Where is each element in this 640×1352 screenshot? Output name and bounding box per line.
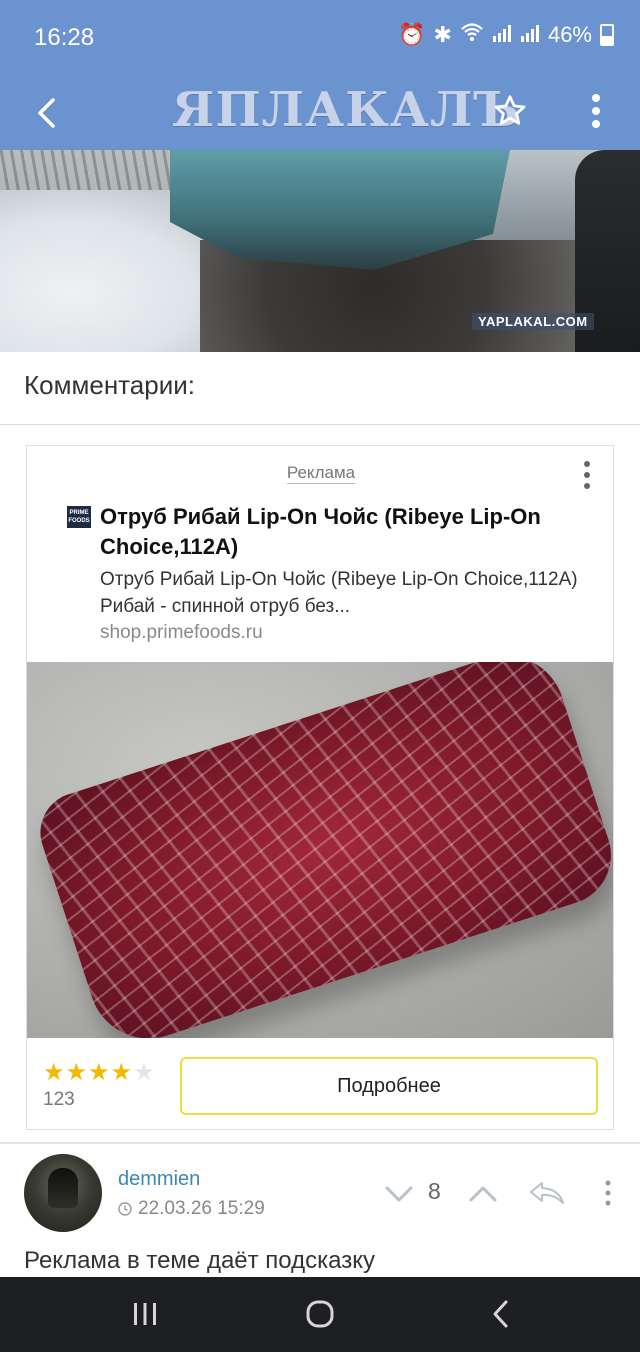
system-back-button[interactable] xyxy=(484,1297,518,1331)
timestamp-text: 22.03.26 15:29 xyxy=(138,1198,265,1219)
home-button[interactable] xyxy=(303,1297,337,1331)
recent-apps-button[interactable] xyxy=(128,1297,162,1331)
chevron-left-icon xyxy=(38,98,55,128)
rating-stars: ★★★★★ xyxy=(43,1058,156,1087)
vote-down-button[interactable] xyxy=(382,1178,416,1210)
ad-menu-button[interactable] xyxy=(575,458,599,492)
status-bar: 16:28 ⏰ ✱ 46% xyxy=(0,0,640,76)
comment-timestamp: 22.03.26 15:29 xyxy=(118,1198,265,1220)
ad-label-text: Реклама xyxy=(286,463,356,484)
comment-text: Реклама в теме даёт подсказку xyxy=(24,1247,375,1274)
wifi-icon xyxy=(460,22,484,48)
navigation-bar xyxy=(0,1277,640,1352)
clock-icon xyxy=(118,1202,132,1216)
status-time: 16:28 xyxy=(34,24,95,51)
star-filled-icon: ★ xyxy=(43,1059,66,1086)
vote-up-button[interactable] xyxy=(466,1178,500,1210)
home-icon xyxy=(306,1300,334,1328)
ad-title[interactable]: Отруб Рибай Lip-On Чойс (Ribeye Lip-On C… xyxy=(100,502,600,562)
ad-rating: ★★★★★ 123 xyxy=(43,1058,156,1111)
status-icons: ⏰ ✱ 46% xyxy=(398,22,614,48)
more-vertical-icon xyxy=(584,461,590,489)
alarm-icon: ⏰ xyxy=(398,22,426,47)
app-bar: ЯПЛАКАЛЪ xyxy=(0,76,640,150)
battery-percent: 46% xyxy=(547,22,592,47)
battery-icon xyxy=(600,24,614,46)
star-filled-icon: ★ xyxy=(110,1059,134,1086)
rating-count: 123 xyxy=(43,1089,75,1110)
ad-card[interactable]: Реклама PRIME FOODS Отруб Рибай Lip-On Ч… xyxy=(26,445,614,1130)
star-outline-icon xyxy=(494,95,526,125)
more-vertical-icon xyxy=(605,1180,611,1206)
divider xyxy=(0,424,640,425)
comment-more-button[interactable] xyxy=(596,1176,620,1210)
details-button[interactable]: Подробнее xyxy=(180,1057,598,1115)
comments-heading: Комментарии: xyxy=(24,370,195,400)
avatar[interactable] xyxy=(24,1154,102,1232)
star-empty-icon: ★ xyxy=(133,1059,156,1086)
comment-username[interactable]: demmien xyxy=(118,1168,200,1191)
more-options-button[interactable] xyxy=(576,88,616,134)
back-button[interactable] xyxy=(26,88,66,138)
post-image[interactable]: YAPLAKAL.COM xyxy=(0,150,640,352)
ad-image[interactable] xyxy=(27,662,613,1038)
chevron-left-icon xyxy=(493,1300,508,1328)
star-filled-icon: ★ xyxy=(65,1059,89,1086)
signal-icon-2 xyxy=(520,22,540,48)
chevron-up-icon xyxy=(469,1186,497,1202)
bluetooth-icon: ✱ xyxy=(433,22,452,47)
star-filled-icon: ★ xyxy=(88,1059,111,1086)
ad-label: Реклама xyxy=(27,463,615,484)
meat-image xyxy=(30,662,613,1038)
site-logo[interactable]: ЯПЛАКАЛЪ xyxy=(172,80,519,140)
brand-logo: PRIME FOODS xyxy=(67,506,91,528)
divider xyxy=(0,1142,640,1144)
signal-icon xyxy=(492,22,512,48)
image-watermark: YAPLAKAL.COM xyxy=(472,313,594,330)
comment-score: 8 xyxy=(428,1178,441,1204)
ad-url[interactable]: shop.primefoods.ru xyxy=(100,622,263,644)
ad-description[interactable]: Отруб Рибай Lip-On Чойс (Ribeye Lip-On C… xyxy=(100,566,580,620)
chevron-down-icon xyxy=(385,1186,413,1202)
recent-apps-icon xyxy=(134,1303,156,1325)
favorite-button[interactable] xyxy=(490,88,530,134)
reply-arrow-icon xyxy=(530,1182,564,1204)
more-vertical-icon xyxy=(592,94,600,128)
reply-button[interactable] xyxy=(526,1176,568,1210)
